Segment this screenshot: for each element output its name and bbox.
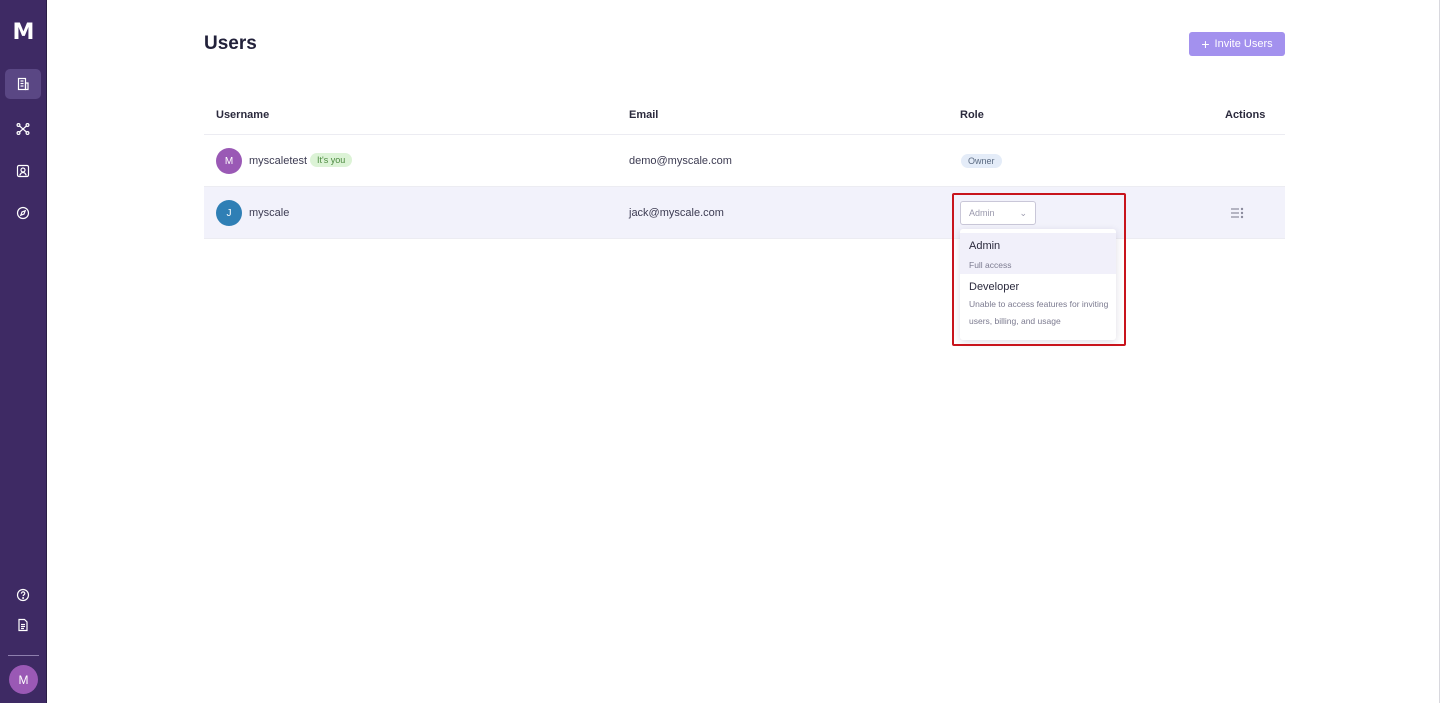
username: myscaletest [249, 155, 308, 167]
building-icon [17, 77, 29, 91]
network-icon [16, 123, 30, 136]
username: myscale [249, 207, 290, 219]
avatar: J [216, 200, 242, 226]
contacts-icon [16, 164, 30, 178]
avatar: M [216, 148, 242, 174]
column-header-actions: Actions [1225, 109, 1266, 121]
sidebar-item-organization[interactable] [5, 69, 41, 99]
document-icon [18, 618, 28, 632]
sidebar-item-clusters[interactable] [5, 114, 41, 144]
user-avatar[interactable]: M [9, 665, 38, 694]
sidebar-item-docs[interactable] [5, 610, 41, 640]
invite-users-label: Invite Users [1214, 38, 1273, 50]
table-row: M myscaletest It's you demo@myscale.com … [204, 135, 1285, 187]
sidebar-item-help[interactable] [5, 580, 41, 610]
page-title: Users [204, 33, 257, 54]
column-header-email: Email [629, 109, 659, 121]
sidebar: M M [0, 0, 47, 703]
column-header-role: Role [960, 109, 984, 121]
compass-icon [16, 206, 30, 220]
sidebar-item-members[interactable] [5, 156, 41, 186]
sidebar-item-explore[interactable] [5, 198, 41, 228]
email: jack@myscale.com [629, 207, 724, 219]
table-header: Username Email Role Actions [204, 96, 1285, 135]
highlight-annotation [952, 193, 1126, 346]
sidebar-divider [8, 655, 39, 656]
help-icon [16, 588, 30, 602]
role-badge: Owner [961, 154, 1002, 168]
plus-icon: + [1201, 36, 1210, 52]
email: demo@myscale.com [629, 155, 732, 167]
its-you-badge: It's you [310, 153, 353, 167]
actions-menu-icon[interactable] [1230, 207, 1244, 219]
app-logo[interactable]: M [0, 20, 47, 48]
invite-users-button[interactable]: + Invite Users [1189, 32, 1285, 56]
column-header-username: Username [216, 109, 270, 121]
